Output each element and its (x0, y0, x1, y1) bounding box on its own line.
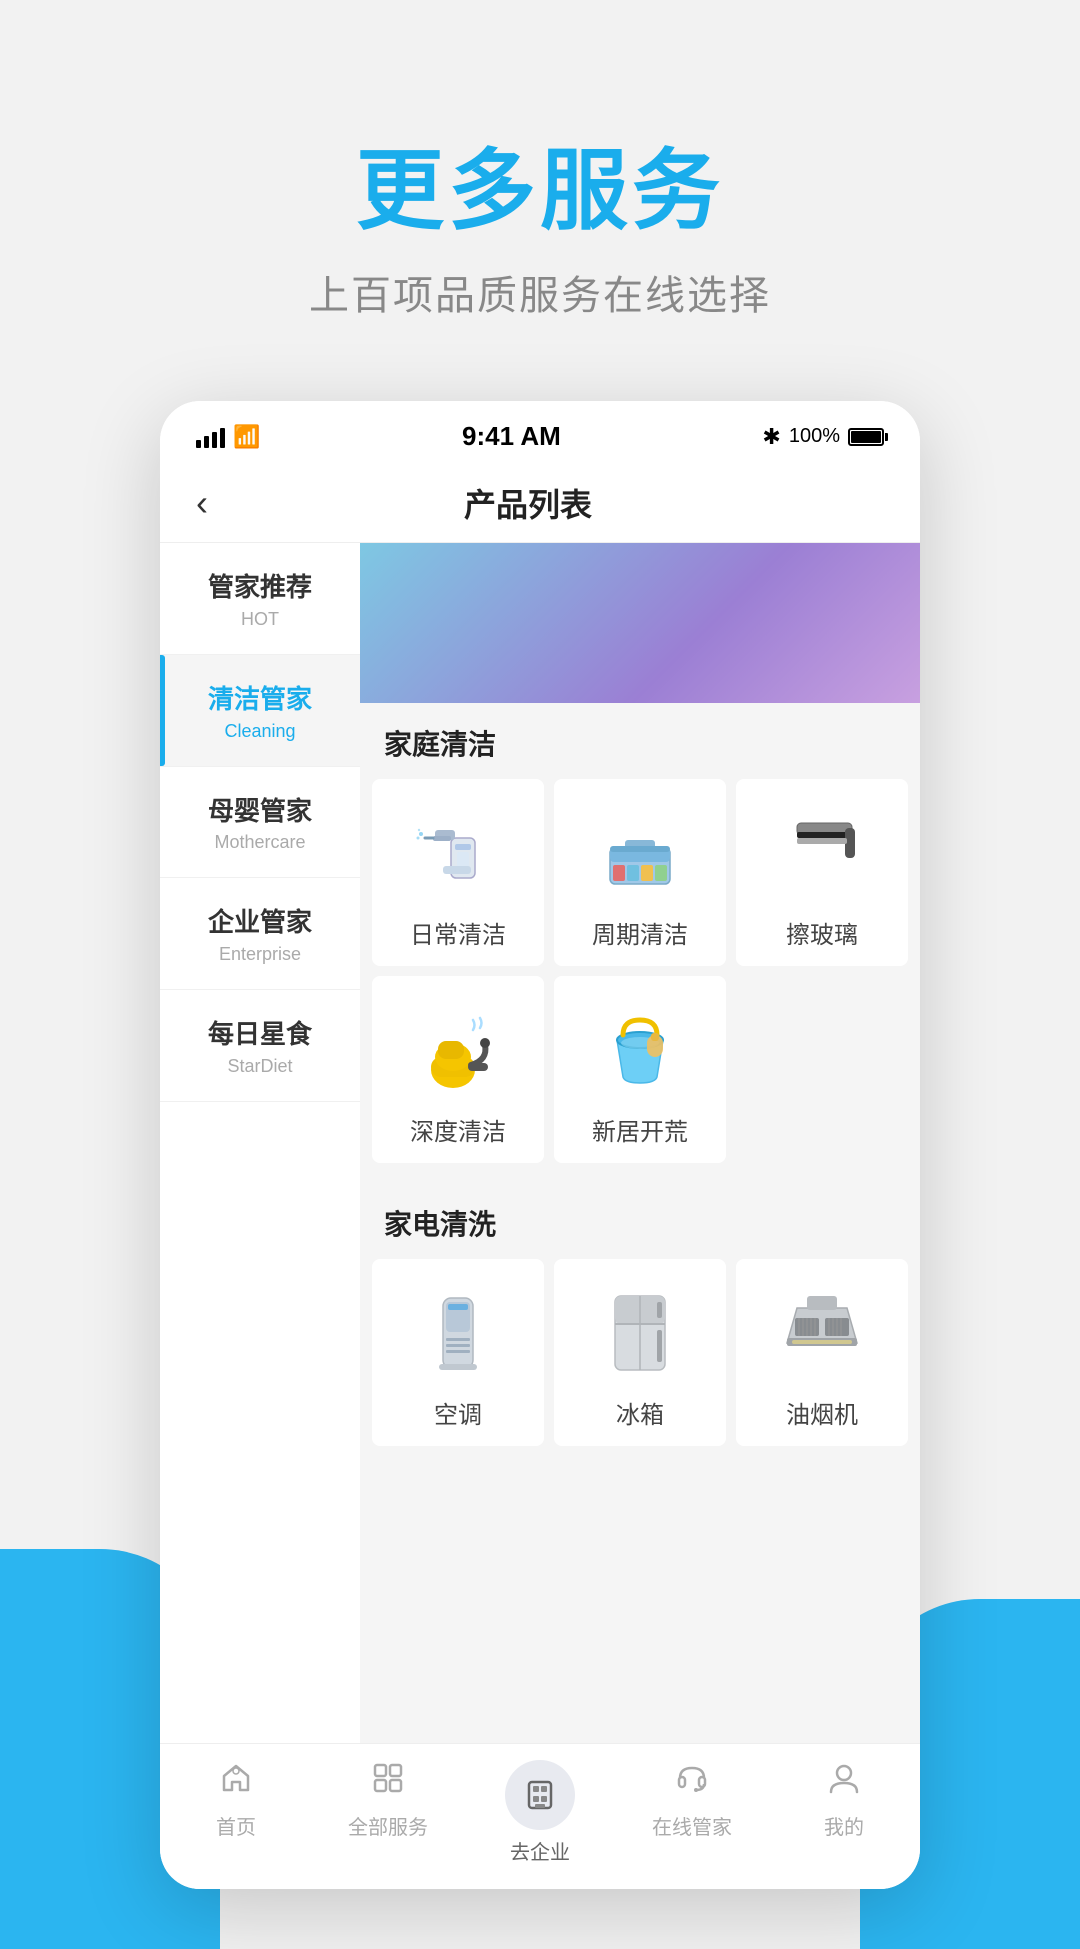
range-hood-icon (777, 1288, 867, 1378)
signal-bar-3 (212, 432, 217, 448)
service-label-hood: 油烟机 (786, 1395, 858, 1430)
sidebar-item-guanjia[interactable]: 管家推荐 HOT (160, 543, 360, 655)
signal-bars (196, 426, 225, 448)
service-label-periodic-clean: 周期清洁 (592, 915, 688, 950)
nav-label-all-services: 全部服务 (348, 1811, 428, 1840)
toolbox-icon-area (590, 803, 690, 903)
sidebar-item-main-4: 每日星食 (176, 1018, 344, 1052)
section-title-0: 家庭清洁 (360, 703, 920, 775)
home-icon (218, 1760, 254, 1805)
sidebar-item-mothercare[interactable]: 母婴管家 Mothercare (160, 767, 360, 879)
bucket-icon (595, 1005, 685, 1095)
wifi-icon: 📶 (233, 424, 260, 450)
sidebar-item-cleaning[interactable]: 清洁管家 Cleaning (160, 655, 360, 767)
air-conditioner-icon (413, 1288, 503, 1378)
main-panel: 家庭清洁 (360, 543, 920, 1743)
status-bar: 📶 9:41 AM ✱ 100% (160, 401, 920, 464)
service-item-periodic-clean[interactable]: 周期清洁 (554, 779, 726, 966)
nav-label-mine: 我的 (824, 1811, 864, 1840)
service-item-new-home[interactable]: 新居开荒 (554, 976, 726, 1163)
squeegee-icon (777, 808, 867, 898)
service-item-window-clean[interactable]: 擦玻璃 (736, 779, 908, 966)
nav-item-home[interactable]: 首页 (160, 1760, 312, 1865)
section-title-1: 家电清洗 (360, 1183, 920, 1255)
service-label-window-clean: 擦玻璃 (786, 915, 858, 950)
spray-icon-area (408, 803, 508, 903)
nav-bar: ‹ 产品列表 (160, 464, 920, 543)
bucket-icon-area (590, 1000, 690, 1100)
headset-icon (674, 1760, 710, 1805)
service-label-deep-clean: 深度清洁 (410, 1112, 506, 1147)
hero-title: 更多服务 (309, 120, 771, 247)
service-label-new-home: 新居开荒 (592, 1112, 688, 1147)
nav-item-online-manager[interactable]: 在线管家 (616, 1760, 768, 1865)
bottom-nav: 首页 全部服务 (160, 1743, 920, 1889)
nav-item-mine[interactable]: 我的 (768, 1760, 920, 1865)
sidebar-item-sub-0: HOT (176, 609, 344, 630)
grid-icon (370, 1760, 406, 1805)
service-item-ac[interactable]: 空调 (372, 1259, 544, 1446)
steam-icon-area (408, 1000, 508, 1100)
battery-icon (848, 428, 884, 446)
service-item-daily-clean[interactable]: 日常清洁 (372, 779, 544, 966)
spray-icon (413, 808, 503, 898)
sidebar-item-main-1: 清洁管家 (176, 683, 344, 717)
service-label-daily-clean: 日常清洁 (410, 915, 506, 950)
bluetooth-icon: ✱ (762, 424, 780, 450)
nav-label-online-manager: 在线管家 (652, 1811, 732, 1840)
signal-area: 📶 (196, 424, 260, 450)
service-grid-1: 空调 (360, 1255, 920, 1466)
service-item-deep-clean[interactable]: 深度清洁 (372, 976, 544, 1163)
status-time: 9:41 AM (462, 421, 561, 452)
battery-percent: 100% (789, 425, 840, 448)
nav-label-home: 首页 (216, 1811, 256, 1840)
sidebar-item-stardiet[interactable]: 每日星食 StarDiet (160, 990, 360, 1102)
status-right: ✱ 100% (762, 424, 884, 450)
ac-icon-area (408, 1283, 508, 1383)
service-grid-0: 日常清洁 (360, 775, 920, 1183)
back-button[interactable]: ‹ (196, 482, 208, 524)
phone-mockup: 📶 9:41 AM ✱ 100% ‹ 产品列表 管家推荐 HOT (160, 401, 920, 1889)
squeegee-icon-area (772, 803, 872, 903)
sidebar-item-main-3: 企业管家 (176, 906, 344, 940)
signal-bar-2 (204, 436, 209, 448)
app-content: 管家推荐 HOT 清洁管家 Cleaning 母婴管家 Mothercare 企… (160, 543, 920, 1743)
nav-item-all-services[interactable]: 全部服务 (312, 1760, 464, 1865)
sidebar-item-sub-1: Cleaning (176, 721, 344, 742)
sidebar-item-main-0: 管家推荐 (176, 571, 344, 605)
page-background: 更多服务 上百项品质服务在线选择 📶 9:41 AM ✱ 100% (0, 0, 1080, 1949)
sidebar-item-sub-2: Mothercare (176, 832, 344, 853)
sidebar-item-main-2: 母婴管家 (176, 795, 344, 829)
hero-section: 更多服务 上百项品质服务在线选择 (309, 120, 771, 321)
banner (360, 543, 920, 703)
sidebar: 管家推荐 HOT 清洁管家 Cleaning 母婴管家 Mothercare 企… (160, 543, 360, 1743)
nav-label-enterprise: 去企业 (510, 1836, 570, 1865)
service-label-ac: 空调 (434, 1395, 482, 1430)
sidebar-item-sub-4: StarDiet (176, 1056, 344, 1077)
hood-icon-area (772, 1283, 872, 1383)
sidebar-item-sub-3: Enterprise (176, 944, 344, 965)
steam-cleaner-icon (413, 1005, 503, 1095)
nav-title: 产品列表 (208, 480, 848, 526)
service-item-hood[interactable]: 油烟机 (736, 1259, 908, 1446)
signal-bar-4 (220, 428, 225, 448)
service-item-fridge[interactable]: 冰箱 (554, 1259, 726, 1446)
toolbox-icon (595, 808, 685, 898)
hero-subtitle: 上百项品质服务在线选择 (309, 263, 771, 321)
fridge-icon-area (590, 1283, 690, 1383)
enterprise-center-button[interactable] (505, 1760, 575, 1830)
refrigerator-icon (595, 1288, 685, 1378)
sidebar-item-enterprise[interactable]: 企业管家 Enterprise (160, 878, 360, 990)
nav-item-enterprise[interactable]: 去企业 (464, 1760, 616, 1865)
service-label-fridge: 冰箱 (616, 1395, 664, 1430)
content-spacer (360, 1466, 920, 1526)
battery-fill (851, 431, 881, 443)
person-icon (826, 1760, 862, 1805)
signal-bar-1 (196, 440, 201, 448)
